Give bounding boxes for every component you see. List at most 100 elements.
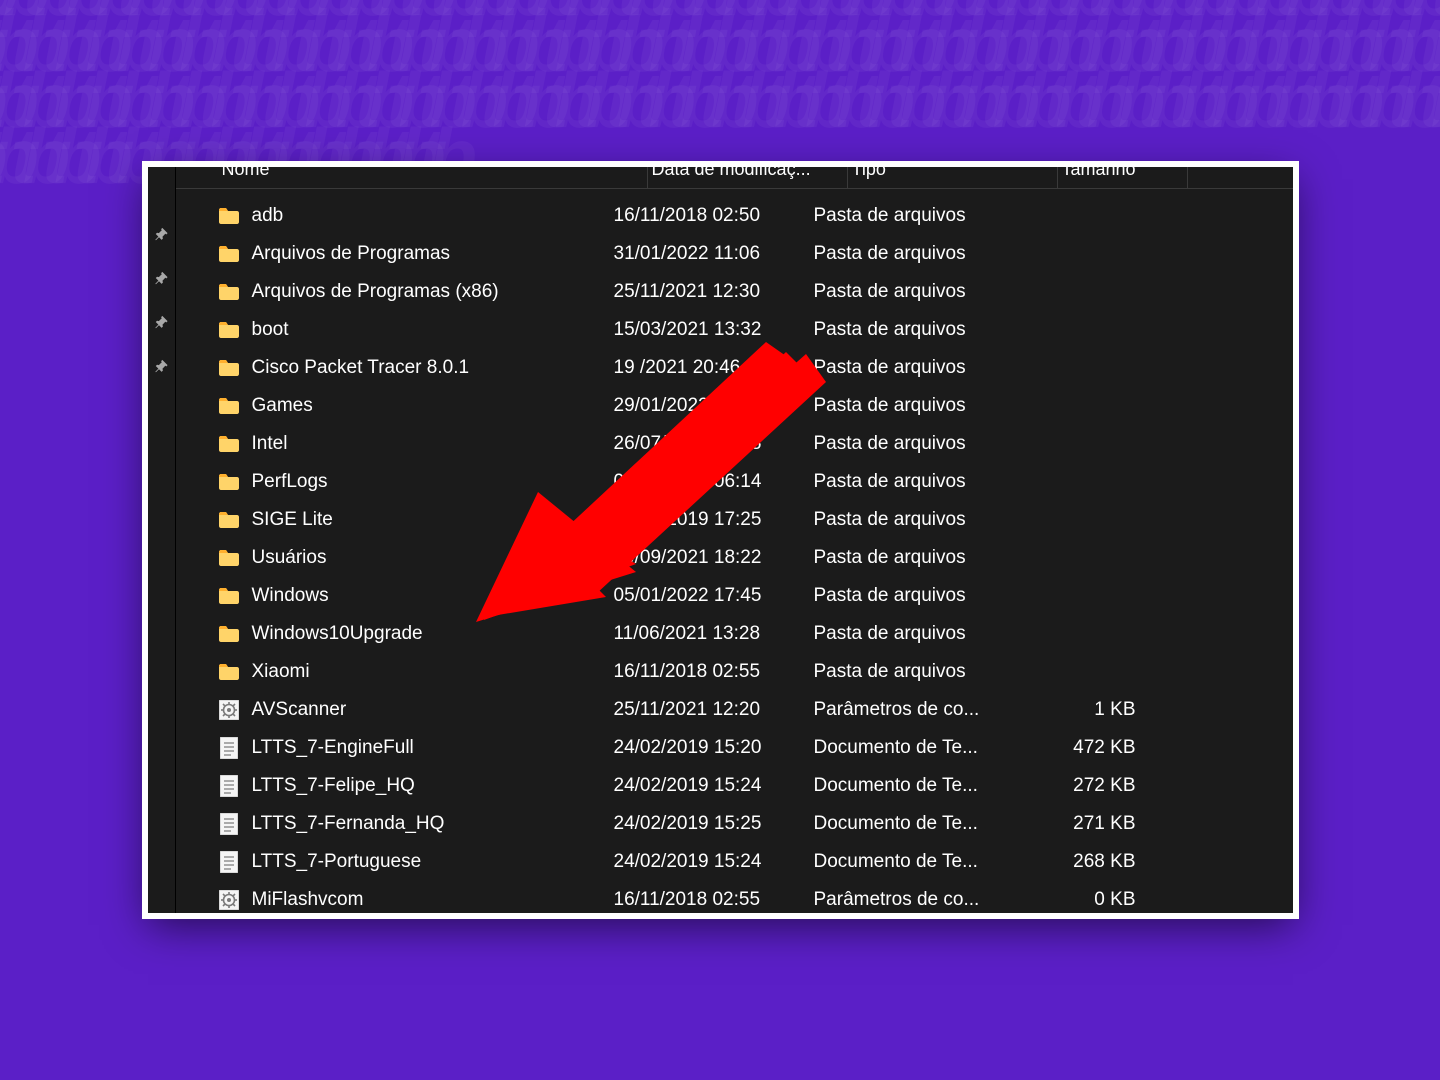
quick-access-rail [148,167,176,913]
file-row[interactable]: Windows10Upgrade11/06/2021 13:28Pasta de… [202,615,1293,653]
file-name: LTTS_7-Fernanda_HQ [252,813,445,835]
folder-icon [218,509,240,531]
file-row[interactable]: LTTS_7-Fernanda_HQ 24/02/2019 15:25Docume… [202,805,1293,843]
file-name: PerfLogs [252,471,328,493]
file-row[interactable]: LTTS_7-EngineFull24/02/2019 15:20Documen… [202,729,1293,767]
file-size: 272 KB [1024,775,1154,797]
file-row[interactable]: Games 29/01/2022 18:07Pasta de arquivos [202,387,1293,425]
file-name: Games [252,395,313,417]
file-date: 16/11/2018 02:50 [614,205,814,227]
file-type: Pasta de arquivos [814,509,1024,531]
file-row[interactable]: PerfLogs07/12/2019 06:14Pasta de arquivo… [202,463,1293,501]
pin-icon [154,315,168,329]
file-date: 24/02/2019 15:24 [614,851,814,873]
file-type: Documento de Te... [814,813,1024,835]
file-date: 19 /2021 20:46 [614,357,814,379]
file-type: Documento de Te... [814,775,1024,797]
file-list-panel: Nome Data de modificaç... Tipo Tamanho a… [176,167,1293,913]
file-date: 15/03/2021 13:32 [614,319,814,341]
column-header-date[interactable]: Data de modificaç... [648,167,848,188]
file-type: Pasta de arquivos [814,281,1024,303]
column-header-type[interactable]: Tipo [848,167,1058,188]
pin-icon [154,227,168,241]
file-name: SIGE Lite [252,509,333,531]
file-type: Parâmetros de co... [814,889,1024,911]
file-date: 29/09/2021 18:22 [614,547,814,569]
file-name: Arquivos de Programas [252,243,451,265]
file-row[interactable]: boot15/03/2021 13:32Pasta de arquivos [202,311,1293,349]
text-file-icon [218,851,240,873]
file-date: 26/07/2017 22:18 [614,433,814,455]
file-name: boot [252,319,289,341]
file-row[interactable]: AVScanner 25/11/2021 12:20Parâmetros de c… [202,691,1293,729]
file-name: Cisco Packet Tracer 8.0.1 [252,357,470,379]
file-size: 271 KB [1024,813,1154,835]
file-size: 0 KB [1024,889,1154,911]
pin-icon [154,359,168,373]
file-row[interactable]: SIGE Lite 18/10/2019 17:25Pasta de arquiv… [202,501,1293,539]
file-row[interactable]: Cisco Packet Tracer 8.0.1 19 /2021 20:46P… [202,349,1293,387]
file-row[interactable]: Arquivos de Programas (x86) 25/11/2021 12… [202,273,1293,311]
file-type: Documento de Te... [814,851,1024,873]
file-date: 25/11/2021 12:20 [614,699,814,721]
file-name: AVScanner [252,699,347,721]
file-size: 268 KB [1024,851,1154,873]
file-date: 24/02/2019 15:24 [614,775,814,797]
file-name: adb [252,205,284,227]
column-headers: Nome Data de modificaç... Tipo Tamanho [176,167,1293,189]
file-date: 31/01/2022 11:06 [614,243,814,265]
text-file-icon [218,813,240,835]
file-date: 16/11/2018 02:55 [614,661,814,683]
file-type: Pasta de arquivos [814,433,1024,455]
file-explorer-window: Nome Data de modificaç... Tipo Tamanho a… [148,167,1293,913]
file-name: MiFlashvcom [252,889,364,911]
folder-icon [218,205,240,227]
file-row[interactable]: Arquivos de Programas 31/01/2022 11:06Pas… [202,235,1293,273]
file-type: Pasta de arquivos [814,205,1024,227]
folder-icon [218,243,240,265]
file-type: Pasta de arquivos [814,585,1024,607]
file-type: Pasta de arquivos [814,395,1024,417]
file-date: 25/11/2021 12:30 [614,281,814,303]
folder-icon [218,547,240,569]
file-name: LTTS_7-Felipe_HQ [252,775,415,797]
settings-file-icon [218,699,240,721]
file-type: Parâmetros de co... [814,699,1024,721]
file-name: Intel [252,433,288,455]
folder-icon [218,395,240,417]
file-type: Pasta de arquivos [814,357,1024,379]
folder-icon [218,281,240,303]
file-row[interactable]: LTTS_7-Felipe_HQ 24/02/2019 15:24Document… [202,767,1293,805]
folder-icon [218,433,240,455]
file-row[interactable]: LTTS_7-Portuguese24/02/2019 15:24Documen… [202,843,1293,881]
file-name: LTTS_7-EngineFull [252,737,414,759]
file-row[interactable]: Windows05/01/2022 17:45Pasta de arquivos [202,577,1293,615]
file-size: 472 KB [1024,737,1154,759]
folder-icon [218,661,240,683]
text-file-icon [218,737,240,759]
file-list: adb16/11/2018 02:50Pasta de arquivos Arq… [176,189,1293,913]
file-row[interactable]: Usuários29/09/2021 18:22Pasta de arquivo… [202,539,1293,577]
file-date: 18/10/2019 17:25 [614,509,814,531]
column-header-name[interactable]: Nome [218,167,648,188]
file-date: 24/02/2019 15:25 [614,813,814,835]
file-type: Pasta de arquivos [814,623,1024,645]
file-row[interactable]: Xiaomi16/11/2018 02:55Pasta de arquivos [202,653,1293,691]
file-type: Documento de Te... [814,737,1024,759]
column-header-size[interactable]: Tamanho [1058,167,1188,188]
file-date: 29/01/2022 18:07 [614,395,814,417]
folder-icon [218,585,240,607]
file-name: Windows10Upgrade [252,623,423,645]
file-type: Pasta de arquivos [814,471,1024,493]
file-type: Pasta de arquivos [814,243,1024,265]
file-type: Pasta de arquivos [814,661,1024,683]
file-name: Windows [252,585,329,607]
folder-icon [218,471,240,493]
folder-icon [218,357,240,379]
file-row[interactable]: MiFlashvcom16/11/2018 02:55Parâmetros de… [202,881,1293,913]
file-row[interactable]: Intel 26/07/2017 22:18Pasta de arquivos [202,425,1293,463]
file-name: Arquivos de Programas (x86) [252,281,499,303]
settings-file-icon [218,889,240,911]
file-row[interactable]: adb 16/11/2018 02:50Pasta de arquivos [202,197,1293,235]
text-file-icon [218,775,240,797]
